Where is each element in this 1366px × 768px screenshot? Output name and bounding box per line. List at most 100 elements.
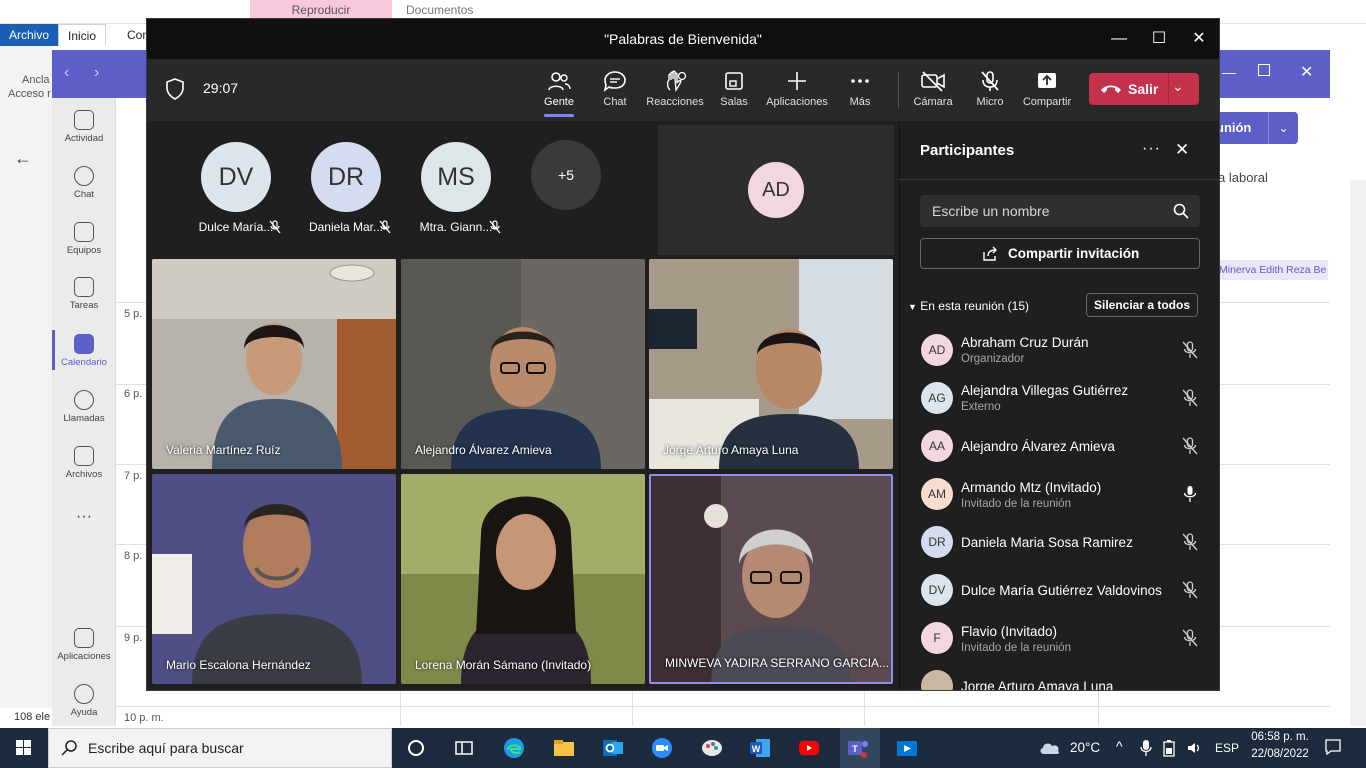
mic-muted-icon[interactable] [1181,389,1199,407]
media-player-icon[interactable] [895,736,919,760]
anclar-label[interactable]: Ancla [22,74,50,86]
back-arrow-icon[interactable]: ← [14,148,32,169]
participant-name: Armando Mtz (Invitado) [961,480,1102,495]
tray-mic-icon[interactable] [1139,739,1153,757]
notifications-icon[interactable] [1324,738,1342,756]
mic-muted-icon[interactable] [1181,629,1199,647]
more-button[interactable]: Más [825,66,895,116]
participant-row[interactable]: AD Abraham Cruz Durán Organizador [899,326,1219,374]
youtube-icon[interactable] [797,736,821,760]
windows-start-icon[interactable] [0,728,48,768]
mic-muted-icon[interactable] [1181,533,1199,551]
video-tile[interactable]: Alejandro Álvarez Amieva [401,259,645,469]
share-button[interactable]: Compartir [1012,66,1082,116]
share-icon [983,246,997,261]
zoom-icon[interactable] [650,736,674,760]
teams-icon [74,222,94,242]
avatar[interactable]: DR [311,142,381,212]
weather-temperature[interactable]: 20°C [1070,740,1100,755]
teams-close-icon[interactable]: ✕ [1300,62,1313,82]
maximize-icon[interactable]: ☐ [1148,28,1170,50]
nav-forward-icon[interactable]: › [94,64,99,82]
mic-muted-icon[interactable] [1181,341,1199,359]
teams-icon[interactable]: T [846,736,870,760]
clock-time[interactable]: 06:58 p. m. [1249,731,1311,743]
rail-more-icon[interactable]: ··· [52,508,116,526]
rail-aplicaciones[interactable]: Aplicaciones [52,628,116,662]
tray-expand-icon[interactable]: ^ [1116,738,1123,754]
video-feed-image [152,259,396,469]
weather-cloud-icon[interactable] [1038,739,1062,755]
join-dropdown-icon[interactable]: ⌄ [1268,112,1298,144]
in-meeting-section[interactable]: ▼ En esta reunión (15) [908,299,1029,313]
mic-muted-icon[interactable] [1181,581,1199,599]
search-icon[interactable] [1173,203,1189,219]
participant-name: Alejandro Álvarez Amieva [961,439,1115,454]
leave-dropdown-icon[interactable]: ⌄ [1172,78,1184,95]
video-tile[interactable]: Mario Escalona Hernández [152,474,396,684]
overflow-participants-button[interactable]: +5 [531,140,601,210]
more-horizontal-icon [851,79,869,83]
rail-tareas[interactable]: Tareas [52,277,116,311]
participant-row[interactable]: DV Dulce María Gutiérrez Valdovinos [899,566,1219,614]
rail-archivos[interactable]: Archivos [52,446,116,480]
participant-row[interactable]: F Flavio (Invitado) Invitado de la reuni… [899,614,1219,662]
acceso-label[interactable]: Acceso r [8,88,51,100]
nav-back-icon[interactable]: ‹ [64,64,69,82]
mute-all-button[interactable]: Silenciar a todos [1086,293,1198,317]
close-icon[interactable]: ✕ [1188,28,1210,50]
paint-icon[interactable] [700,736,724,760]
word-icon[interactable]: W [748,736,772,760]
close-panel-icon[interactable]: ✕ [1175,140,1189,160]
rooms-button[interactable]: Salas [699,66,769,116]
calendar-scrollbar[interactable] [1350,180,1366,726]
rail-chat[interactable]: Chat [52,166,116,200]
video-feed-image [651,476,891,682]
rail-calendario[interactable]: Calendario [52,334,116,368]
archivo-tab[interactable]: Archivo [0,24,59,46]
participant-row[interactable]: DR Daniela Maria Sosa Ramirez [899,518,1219,566]
participant-row[interactable]: AA Alejandro Álvarez Amieva [899,422,1219,470]
minimize-icon[interactable]: — [1108,28,1130,50]
avatar[interactable]: MS [421,142,491,212]
video-tile[interactable]: Jorge Arturo Amaya Luna [649,259,893,469]
mic-muted-icon[interactable] [1181,437,1199,455]
apps-button[interactable]: Aplicaciones [762,66,832,116]
camera-off-icon [921,71,945,92]
more-options-icon[interactable]: ··· [1142,140,1161,158]
outlook-icon[interactable] [601,736,625,760]
mic-off-icon [981,71,999,91]
rail-actividad[interactable]: Actividad [52,110,116,144]
mic-on-icon[interactable] [1181,485,1199,503]
task-view-icon[interactable] [452,736,476,760]
participant-row[interactable]: AM Armando Mtz (Invitado) Invitado de la… [899,470,1219,518]
participant-row[interactable]: Jorge Arturo Amaya Luna [899,662,1219,690]
participant-name: Alejandra Villegas Gutiérrez [961,383,1129,398]
rail-equipos[interactable]: Equipos [52,222,116,256]
speaker-icon[interactable] [1186,740,1202,756]
file-explorer-icon[interactable] [552,736,576,760]
video-tile[interactable]: Valeria Martínez Ruíz [152,259,396,469]
input-language[interactable]: ESP [1215,741,1239,755]
meeting-timer: 29:07 [203,80,239,96]
reproducir-tab[interactable]: Reproducir [250,0,392,20]
avatar[interactable]: DV [201,142,271,212]
video-tile-active-speaker[interactable]: MINWEVA YADIRA SERRANO GARCIA... [649,474,893,684]
battery-icon[interactable] [1162,739,1176,757]
hour-label: 8 p. [124,550,143,562]
rail-ayuda[interactable]: Ayuda [52,684,116,718]
inicio-tab[interactable]: Inicio [58,24,107,46]
clock-date[interactable]: 22/08/2022 [1249,748,1311,760]
teams-minimize-icon[interactable]: — [1222,64,1236,80]
panel-divider [899,179,1219,180]
teams-maximize-icon[interactable] [1258,64,1270,76]
rail-llamadas[interactable]: Llamadas [52,390,116,424]
edge-icon[interactable] [502,736,526,760]
video-tile[interactable]: Lorena Morán Sámano (Invitado) [401,474,645,684]
work-week-selector[interactable]: a laboral [1218,170,1268,185]
participant-row[interactable]: AG Alejandra Villegas Gutiérrez Externo [899,374,1219,422]
participant-search-input[interactable] [932,195,1162,227]
shield-icon[interactable] [165,78,185,100]
cortana-icon[interactable] [404,736,428,760]
calendar-event-chip[interactable]: Minerva Edith Reza Be [1212,260,1328,280]
